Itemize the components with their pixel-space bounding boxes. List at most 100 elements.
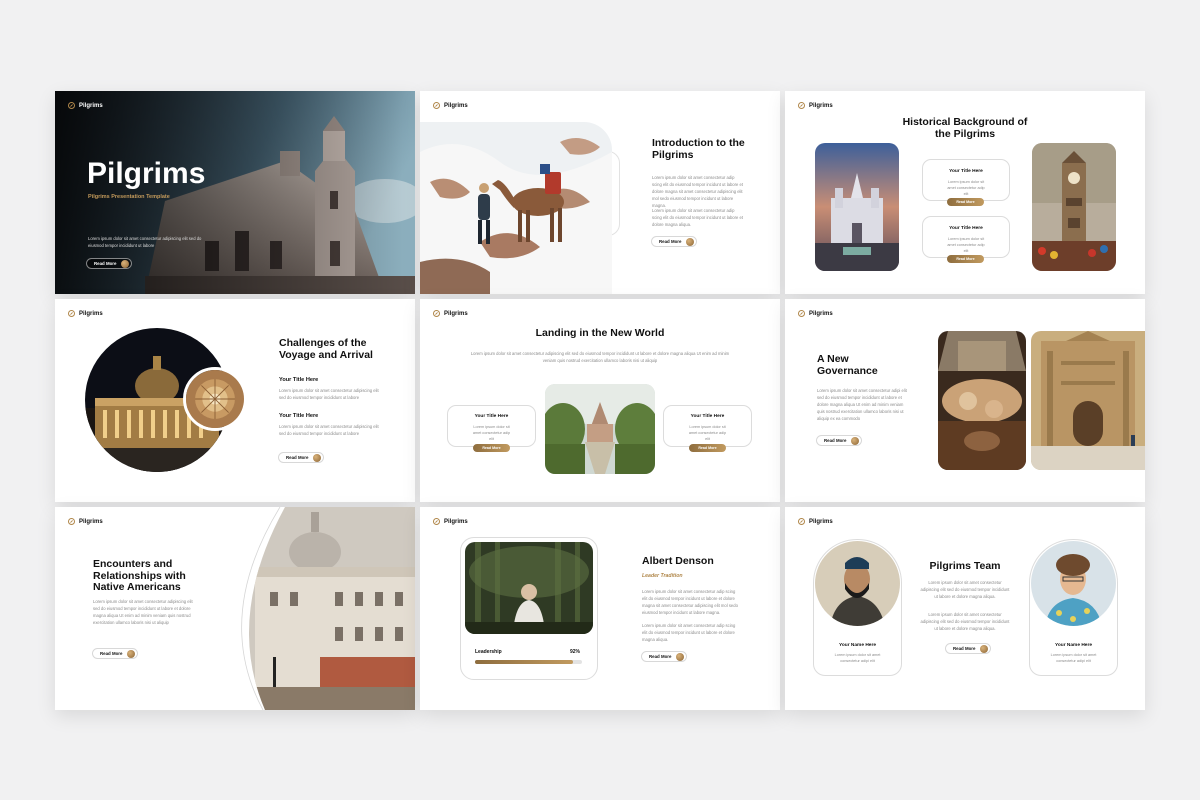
slide-6-governance[interactable]: Pilgrims A New Governance Lorem ipsum do… [785, 299, 1145, 502]
slide-8-profile[interactable]: Pilgrims Leadership 92% Albert Denson Le… [420, 507, 780, 710]
read-more-button[interactable]: Read More [278, 452, 325, 463]
brand-name: Pilgrims [444, 102, 468, 109]
cathedral-sunset-image [815, 143, 899, 271]
read-more-label: Read More [100, 651, 123, 656]
clock-tower-image [1032, 143, 1116, 271]
history-card-1: Your Title Here Lorem ipsum dolor sit am… [922, 159, 1010, 201]
encounters-text: Lorem ipsum dolor sit amet consectetur a… [93, 599, 193, 625]
history-card-2: Your Title Here Lorem ipsum dolor sit am… [922, 216, 1010, 258]
brand-name: Pilgrims [809, 310, 833, 317]
compass-logo-icon [68, 310, 75, 317]
camel-snow-image [420, 122, 612, 294]
brand-logo: Pilgrims [798, 102, 833, 109]
card-text: Lorem ipsum dolor sit amet consectetur a… [947, 237, 985, 254]
temple-worshippers-image [938, 331, 1026, 470]
compass-logo-icon [433, 310, 440, 317]
compass-logo-icon [798, 102, 805, 109]
read-more-button[interactable]: Read More [641, 651, 688, 662]
card-text: Lorem ipsum dolor sit amet consectetur a… [688, 425, 727, 442]
profile-paragraph-2: Lorem ipsum dolor sit amet consectetur a… [642, 623, 736, 642]
challenges-subtitle-2: Your Title Here [279, 413, 319, 419]
card-title: Your Title Here [474, 414, 509, 419]
landing-title: Landing in the New World [535, 327, 665, 339]
venice-church-image [241, 507, 415, 710]
card-title: Your Title Here [690, 414, 725, 419]
intro-paragraph-1: Lorem ipsum dolor sit amet consectetur a… [652, 175, 744, 208]
member-text: Lorem ipsum dolor sit amet consectetur a… [834, 653, 881, 664]
read-more-button[interactable]: Read More [816, 435, 863, 446]
slide-7-encounters[interactable]: Pilgrims Encounters and Relationships wi… [55, 507, 415, 710]
compass-logo-icon [433, 102, 440, 109]
brand-name: Pilgrims [444, 518, 468, 525]
read-more-button[interactable]: Read More [945, 643, 992, 654]
compass-logo-icon [68, 102, 75, 109]
read-more-label: Read More [953, 646, 976, 651]
member-photo-1 [815, 541, 900, 626]
brand-logo: Pilgrims [68, 310, 103, 317]
dome-interior-image [183, 367, 247, 431]
landing-card-2: Your Title Here Lorem ipsum dolor sit am… [663, 405, 752, 447]
read-more-pill[interactable]: Read More [473, 444, 510, 452]
brand-name: Pilgrims [809, 102, 833, 109]
read-more-label: Read More [824, 438, 847, 443]
slide-1-cover[interactable]: Pilgrims Pilgrims Pilgrims Presentation … [55, 91, 415, 294]
cathedral-square-image [1031, 331, 1145, 470]
slide-2-introduction[interactable]: Pilgrims Introduction to the Pilgrims Lo… [420, 91, 780, 294]
temple-garden-image [545, 384, 655, 474]
profile-paragraph-1: Lorem ipsum dolor sit amet consectetur a… [642, 589, 738, 615]
read-more-button[interactable]: Read More [92, 648, 139, 659]
profile-role: Leader Tradition [642, 573, 683, 579]
read-more-button[interactable]: Read More [86, 258, 133, 269]
brand-logo: Pilgrims [798, 518, 833, 525]
member-photo-2 [1031, 541, 1116, 626]
challenges-text-2: Lorem ipsum dolor sit amet consectetur a… [279, 424, 379, 436]
member-name: Your Name Here [839, 643, 876, 648]
gold-dot-icon [121, 259, 130, 268]
gold-dot-icon [980, 644, 989, 653]
compass-logo-icon [433, 518, 440, 525]
compass-logo-icon [798, 310, 805, 317]
cover-subtitle: Pilgrims Presentation Template [88, 194, 170, 200]
cover-text: Lorem ipsum dolor sit amet consectetur a… [88, 236, 202, 248]
read-more-label: Read More [649, 654, 672, 659]
card-text: Lorem ipsum dolor sit amet consectetur a… [947, 180, 985, 197]
team-text-2: Lorem ipsum dolor sit amet consectetur a… [920, 612, 1010, 631]
slide-9-team[interactable]: Pilgrims Your Name Here Lorem ipsum dolo… [785, 507, 1145, 710]
read-more-pill[interactable]: Read More [689, 444, 726, 452]
read-more-pill[interactable]: Read More [947, 198, 984, 206]
skill-progress-fill [475, 660, 574, 664]
read-more-label: Read More [659, 239, 682, 244]
card-text: Lorem ipsum dolor sit amet consectetur a… [472, 425, 511, 442]
read-more-label: Read More [286, 455, 309, 460]
compass-logo-icon [68, 518, 75, 525]
member-text: Lorem ipsum dolor sit amet consectetur a… [1050, 653, 1097, 664]
read-more-label: Read More [94, 261, 117, 266]
governance-text: Lorem ipsum dolor sit amet consectetur a… [817, 388, 907, 421]
brand-logo: Pilgrims [68, 518, 103, 525]
brand-name: Pilgrims [79, 310, 103, 317]
brand-name: Pilgrims [809, 518, 833, 525]
brand-logo: Pilgrims [433, 310, 468, 317]
skill-percent: 92% [570, 649, 581, 655]
cover-title: Pilgrims [87, 157, 206, 190]
gold-dot-icon [127, 649, 136, 658]
profile-name: Albert Denson [642, 555, 714, 567]
brand-logo: Pilgrims [433, 102, 468, 109]
slide-4-challenges[interactable]: Pilgrims Challenges of the Voyage and Ar… [55, 299, 415, 502]
skill-label: Leadership [475, 649, 502, 655]
team-text-1: Lorem ipsum dolor sit amet consectetur a… [920, 580, 1010, 599]
brand-logo: Pilgrims [798, 310, 833, 317]
brand-name: Pilgrims [444, 310, 468, 317]
read-more-pill[interactable]: Read More [947, 255, 984, 263]
history-title: Historical Background of the Pilgrims [902, 116, 1028, 140]
challenges-subtitle-1: Your Title Here [279, 377, 319, 383]
member-name: Your Name Here [1055, 643, 1092, 648]
slide-5-landing[interactable]: Pilgrims Landing in the New World Lorem … [420, 299, 780, 502]
challenges-title: Challenges of the Voyage and Arrival [279, 337, 373, 361]
brand-logo: Pilgrims [68, 102, 103, 109]
governance-title: A New Governance [817, 353, 878, 377]
slide-3-historical-background[interactable]: Pilgrims Historical Background of the Pi… [785, 91, 1145, 294]
monk-forest-image [465, 542, 593, 634]
read-more-button[interactable]: Read More [651, 236, 698, 247]
gold-dot-icon [676, 652, 685, 661]
